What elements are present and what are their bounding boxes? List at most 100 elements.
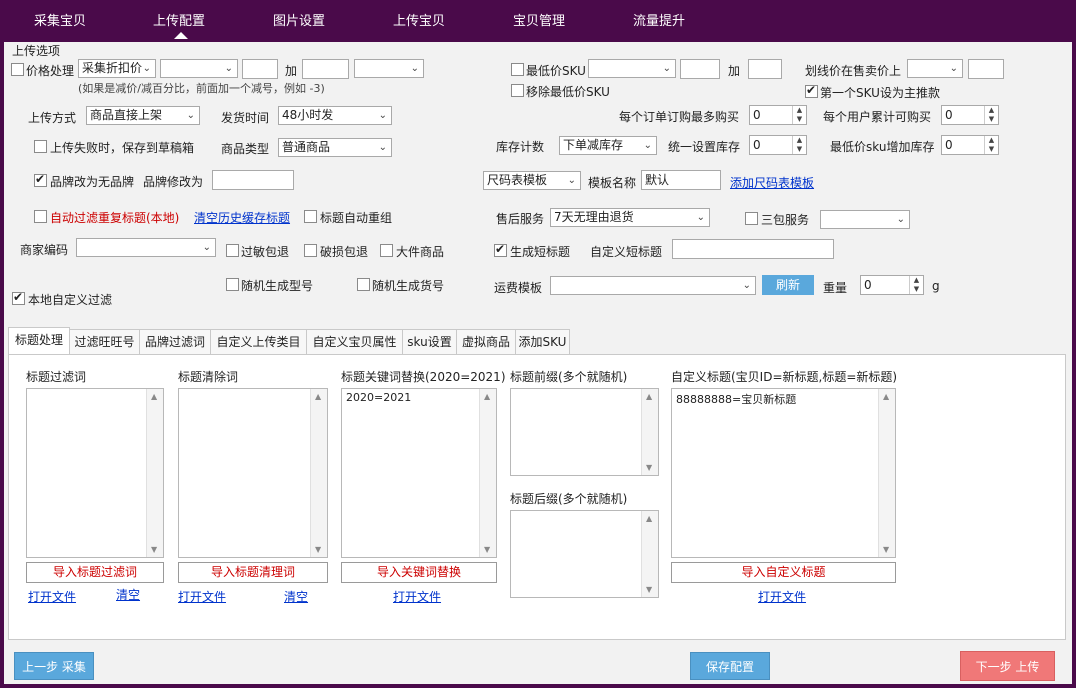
scrollbar[interactable]: ▲ ▼: [479, 389, 496, 557]
lowest-sku-stock-input[interactable]: 0 ▲ ▼: [941, 135, 999, 155]
brand-none-checkbox[interactable]: [34, 172, 47, 187]
allergy-checkbox[interactable]: [226, 244, 239, 257]
random-item-no-checkbox[interactable]: [357, 278, 370, 291]
import-keyword-replace-button[interactable]: 导入关键词替换: [341, 562, 497, 583]
short-title-checkbox[interactable]: [494, 242, 507, 257]
save-config-button[interactable]: 保存配置: [690, 652, 770, 680]
scrollbar[interactable]: ▲ ▼: [641, 389, 658, 475]
import-filter-words-button[interactable]: 导入标题过滤词: [26, 562, 164, 583]
spin-up-icon[interactable]: ▲: [984, 106, 998, 115]
remove-lowest-sku-checkbox[interactable]: [511, 84, 524, 97]
clear-history-link[interactable]: 清空历史缓存标题: [194, 209, 290, 226]
first-sku-main-checkbox[interactable]: [805, 83, 818, 98]
import-clear-words-button[interactable]: 导入标题清理词: [178, 562, 328, 583]
large-item-checkbox[interactable]: [380, 244, 393, 257]
scroll-down-icon[interactable]: ▼: [883, 545, 889, 554]
price-process-checkbox[interactable]: [11, 63, 24, 76]
scroll-down-icon[interactable]: ▼: [484, 545, 490, 554]
upload-mode-select[interactable]: 商品直接上架 ⌄: [86, 106, 200, 125]
save-draft-checkbox[interactable]: [34, 140, 47, 153]
prev-step-button[interactable]: 上一步 采集: [14, 652, 94, 680]
tab-brand-filter[interactable]: 品牌过滤词: [139, 329, 211, 355]
custom-title-textarea[interactable]: 88888888=宝贝新标题 ▲ ▼: [671, 388, 896, 558]
keyword-replace-open-link[interactable]: 打开文件: [393, 588, 441, 605]
spin-down-icon[interactable]: ▼: [909, 285, 923, 294]
lowest-sku-value-1[interactable]: [680, 59, 720, 79]
price-op-select[interactable]: ⌄: [160, 59, 238, 78]
scroll-up-icon[interactable]: ▲: [151, 392, 157, 401]
scroll-up-icon[interactable]: ▲: [646, 514, 652, 523]
spin-up-icon[interactable]: ▲: [909, 276, 923, 285]
tab-add-sku[interactable]: 添加SKU: [515, 329, 570, 355]
scrollbar[interactable]: ▲ ▼: [310, 389, 327, 557]
suffix-textarea[interactable]: ▲ ▼: [510, 510, 659, 598]
spin-up-icon[interactable]: ▲: [984, 136, 998, 145]
scroll-down-icon[interactable]: ▼: [646, 463, 652, 472]
template-name-input[interactable]: 默认: [641, 170, 721, 190]
scroll-down-icon[interactable]: ▼: [151, 545, 157, 554]
nav-collect[interactable]: 采集宝贝: [34, 10, 86, 29]
nav-image-settings[interactable]: 图片设置: [273, 10, 325, 29]
price-unit-select[interactable]: ⌄: [354, 59, 424, 78]
after-sale-select[interactable]: 7天无理由退货 ⌄: [550, 208, 710, 227]
scrollbar[interactable]: ▲ ▼: [641, 511, 658, 597]
clear-words-textarea[interactable]: ▲ ▼: [178, 388, 328, 558]
max-per-user-input[interactable]: 0 ▲ ▼: [941, 105, 999, 125]
max-per-order-input[interactable]: 0 ▲ ▼: [749, 105, 807, 125]
scroll-down-icon[interactable]: ▼: [646, 585, 652, 594]
auto-regroup-checkbox[interactable]: [304, 210, 317, 223]
price-value-1[interactable]: [242, 59, 278, 79]
stock-count-select[interactable]: 下单减库存 ⌄: [559, 136, 657, 155]
nav-upload-items[interactable]: 上传宝贝: [393, 10, 445, 29]
product-type-select[interactable]: 普通商品 ⌄: [278, 138, 392, 157]
tab-custom-attributes[interactable]: 自定义宝贝属性: [306, 329, 403, 355]
spin-up-icon[interactable]: ▲: [792, 106, 806, 115]
brand-change-input[interactable]: [212, 170, 294, 190]
local-filter-checkbox[interactable]: [12, 290, 25, 305]
nav-item-management[interactable]: 宝贝管理: [513, 10, 565, 29]
three-guarantee-checkbox[interactable]: [745, 212, 758, 225]
scroll-up-icon[interactable]: ▲: [484, 392, 490, 401]
tab-sku-settings[interactable]: sku设置: [402, 329, 457, 355]
crossed-price-value[interactable]: [968, 59, 1004, 79]
scrollbar[interactable]: ▲ ▼: [146, 389, 163, 557]
auto-filter-dup-checkbox[interactable]: [34, 210, 47, 223]
tab-custom-category[interactable]: 自定义上传类目: [210, 329, 307, 355]
tab-virtual-goods[interactable]: 虚拟商品: [456, 329, 516, 355]
scroll-up-icon[interactable]: ▲: [315, 392, 321, 401]
nav-traffic-boost[interactable]: 流量提升: [633, 10, 685, 29]
filter-words-textarea[interactable]: ▲ ▼: [26, 388, 164, 558]
shipping-template-select[interactable]: ⌄: [550, 276, 756, 295]
clear-words-clear-link[interactable]: 清空: [284, 588, 308, 605]
scroll-up-icon[interactable]: ▲: [883, 392, 889, 401]
tab-filter-wangwang[interactable]: 过滤旺旺号: [69, 329, 140, 355]
next-step-button[interactable]: 下一步 上传: [960, 651, 1055, 681]
crossed-price-select[interactable]: ⌄: [907, 59, 963, 78]
lowest-sku-select[interactable]: ⌄: [588, 59, 676, 78]
prefix-textarea[interactable]: ▲ ▼: [510, 388, 659, 476]
clear-words-open-link[interactable]: 打开文件: [178, 588, 226, 605]
custom-short-title-input[interactable]: [672, 239, 834, 259]
spin-down-icon[interactable]: ▼: [984, 115, 998, 124]
lowest-sku-value-2[interactable]: [748, 59, 782, 79]
filter-words-open-link[interactable]: 打开文件: [28, 588, 76, 605]
unified-stock-input[interactable]: 0 ▲ ▼: [749, 135, 807, 155]
lowest-sku-checkbox[interactable]: [511, 63, 524, 76]
spin-up-icon[interactable]: ▲: [792, 136, 806, 145]
price-mode-select[interactable]: 采集折扣价 ⌄: [78, 59, 156, 78]
spin-down-icon[interactable]: ▼: [792, 145, 806, 154]
weight-input[interactable]: 0 ▲ ▼: [860, 275, 924, 295]
damage-checkbox[interactable]: [304, 244, 317, 257]
size-template-select[interactable]: 尺码表模板 ⌄: [483, 171, 581, 190]
nav-upload-config[interactable]: 上传配置: [153, 10, 205, 29]
random-model-checkbox[interactable]: [226, 278, 239, 291]
tab-title-processing[interactable]: 标题处理: [8, 327, 70, 355]
custom-title-open-link[interactable]: 打开文件: [758, 588, 806, 605]
keyword-replace-textarea[interactable]: 2020=2021 ▲ ▼: [341, 388, 497, 558]
scroll-up-icon[interactable]: ▲: [646, 392, 652, 401]
price-value-2[interactable]: [302, 59, 349, 79]
merchant-code-select[interactable]: ⌄: [76, 238, 216, 257]
scrollbar[interactable]: ▲ ▼: [878, 389, 895, 557]
scroll-down-icon[interactable]: ▼: [315, 545, 321, 554]
spin-down-icon[interactable]: ▼: [984, 145, 998, 154]
